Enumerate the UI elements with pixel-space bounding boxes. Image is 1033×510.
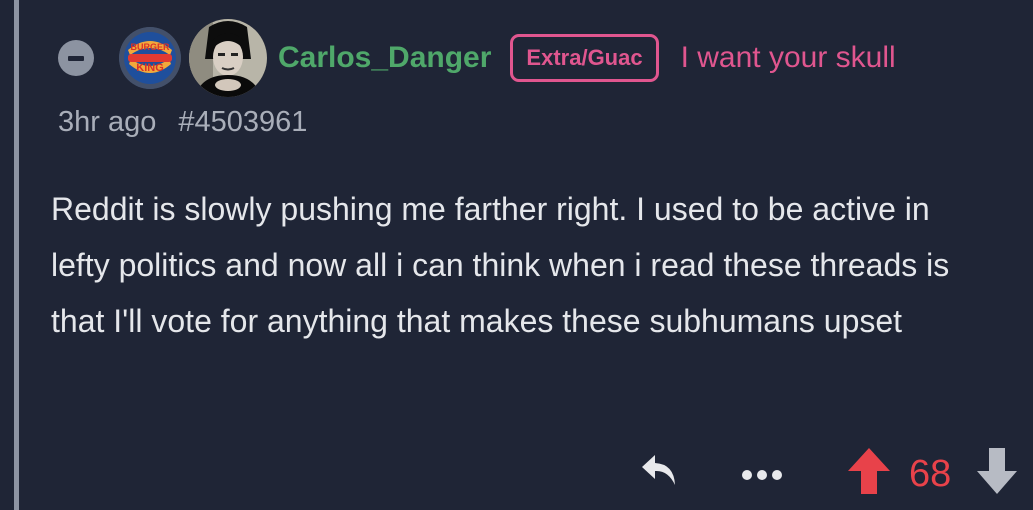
user-avatar-photo [189, 19, 267, 97]
reply-arrow-icon[interactable] [640, 452, 678, 493]
collapse-button[interactable] [58, 40, 94, 76]
ellipsis-icon[interactable] [741, 468, 783, 486]
burger-king-logo-graphic: BURGER KING [119, 27, 181, 89]
arrow-down-icon[interactable] [975, 446, 1019, 501]
minus-icon [68, 55, 84, 61]
logo-text-bottom: KING [136, 62, 164, 74]
comment-actions: 68 [0, 440, 1033, 510]
burger-king-logo[interactable]: BURGER KING [119, 27, 181, 89]
comment-body: Reddit is slowly pushing me farther righ… [51, 191, 950, 339]
user-flair-badge: Extra/Guac [510, 34, 659, 82]
avatar[interactable] [189, 19, 267, 97]
vote-score: 68 [909, 453, 952, 495]
comment-timestamp: 3hr ago [58, 106, 157, 138]
arrow-up-icon[interactable] [846, 446, 892, 501]
comment-id-link[interactable]: #4503961 [178, 106, 307, 138]
comment-header: BURGER KING Carlos_Danger Extra/Guac I w… [58, 19, 896, 97]
user-tagline: I want your skull [680, 41, 896, 74]
logo-text-top: BURGER [130, 42, 170, 52]
comment-card: BURGER KING Carlos_Danger Extra/Guac I w… [0, 0, 1033, 510]
comment-meta: 3hr ago #4503961 [58, 106, 307, 139]
username-link[interactable]: Carlos_Danger [278, 41, 491, 75]
thread-line[interactable] [14, 0, 19, 510]
